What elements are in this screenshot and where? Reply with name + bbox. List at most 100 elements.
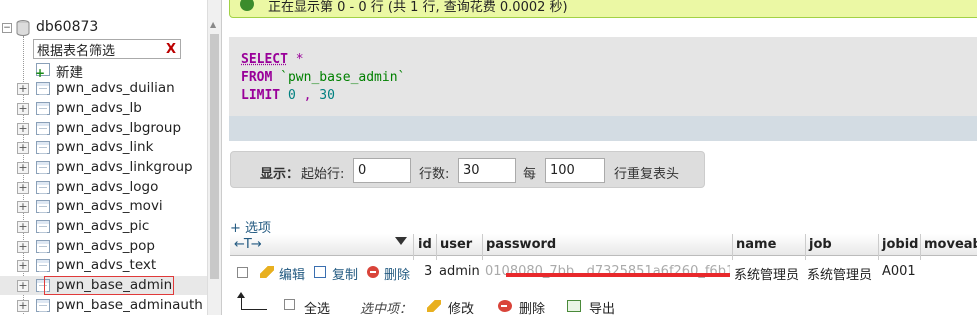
- edit-link[interactable]: 编辑: [279, 264, 305, 283]
- table-item[interactable]: + pwn_advs_link: [0, 138, 221, 157]
- success-check-icon: [240, 0, 254, 11]
- expand-icon[interactable]: +: [17, 142, 29, 154]
- cell-name[interactable]: 系统管理员: [734, 264, 799, 283]
- table-item[interactable]: + pwn_advs_duilian: [0, 79, 221, 98]
- table-name[interactable]: pwn_advs_linkgroup: [56, 159, 193, 175]
- table-name[interactable]: pwn_advs_pic: [56, 218, 149, 234]
- column-header-user[interactable]: user: [440, 237, 472, 252]
- expand-icon[interactable]: +: [17, 83, 29, 95]
- row-checkbox[interactable]: [237, 267, 248, 278]
- delete-icon[interactable]: [367, 266, 379, 278]
- expand-icon[interactable]: +: [17, 182, 29, 194]
- table-icon: [36, 181, 50, 194]
- table-item[interactable]: + pwn_advs_lbgroup: [0, 119, 221, 138]
- table-name[interactable]: pwn_advs_lb: [56, 100, 142, 116]
- start-row-input[interactable]: 0: [353, 158, 411, 183]
- sql-keyword-select[interactable]: SELECT: [241, 52, 288, 67]
- table-filter[interactable]: 根据表名筛选 X: [33, 39, 181, 59]
- table-item[interactable]: + pwn_advs_text: [0, 256, 221, 275]
- bulk-actions-bar: 全选 选中项： 修改 删除 导出: [230, 290, 977, 315]
- expand-icon[interactable]: +: [17, 221, 29, 233]
- rows-input[interactable]: 30: [458, 158, 516, 183]
- sort-dropdown-icon[interactable]: [395, 237, 407, 245]
- export-icon[interactable]: [567, 300, 581, 312]
- sql-table-name: `pwn_base_admin`: [280, 70, 406, 85]
- table-name[interactable]: pwn_advs_duilian: [56, 80, 175, 96]
- cell-user[interactable]: admin: [439, 264, 480, 279]
- success-message-text: 正在显示第 0 - 0 行 (共 1 行, 查询花费 0.0002 秒): [268, 0, 568, 15]
- bulk-delete-button[interactable]: 删除: [519, 298, 545, 315]
- clear-filter-icon[interactable]: X: [162, 42, 180, 57]
- table-name[interactable]: pwn_base_adminauth: [56, 297, 203, 313]
- table-name[interactable]: pwn_advs_logo: [56, 179, 158, 195]
- sql-star: *: [295, 52, 304, 67]
- collapse-toggle-icon[interactable]: −: [2, 23, 12, 33]
- new-table-icon: [35, 63, 50, 80]
- bulk-delete-icon[interactable]: [498, 300, 512, 312]
- rows-label: 行数:: [419, 167, 450, 182]
- repeat-header-input[interactable]: 100: [545, 158, 605, 183]
- expand-icon[interactable]: +: [17, 123, 29, 135]
- cell-jobid[interactable]: A001: [882, 264, 916, 279]
- navigation-scrollbar[interactable]: ▲: [207, 0, 221, 315]
- bulk-edit-icon[interactable]: [427, 300, 441, 312]
- expand-icon[interactable]: +: [17, 162, 29, 174]
- table-icon: [36, 122, 50, 135]
- table-name[interactable]: pwn_advs_text: [56, 257, 156, 273]
- success-message: 正在显示第 0 - 0 行 (共 1 行, 查询花费 0.0002 秒): [229, 0, 977, 18]
- table-name[interactable]: pwn_advs_link: [56, 139, 153, 155]
- expand-icon[interactable]: +: [17, 103, 29, 115]
- select-all-label[interactable]: 全选: [304, 298, 330, 315]
- repeat-header-label: 行重复表头: [614, 167, 680, 182]
- main-panel: 正在显示第 0 - 0 行 (共 1 行, 查询花费 0.0002 秒) SEL…: [223, 0, 977, 315]
- select-all-checkbox[interactable]: [284, 299, 295, 310]
- delete-link[interactable]: 删除: [384, 264, 410, 283]
- sql-keyword-limit: LIMIT: [241, 88, 281, 103]
- every-label: 每: [523, 167, 537, 182]
- scroll-up-icon[interactable]: ▲: [210, 20, 216, 29]
- expand-icon[interactable]: +: [17, 280, 29, 292]
- bulk-edit-button[interactable]: 修改: [448, 298, 474, 315]
- copy-link[interactable]: 复制: [332, 264, 358, 283]
- table-item-selected[interactable]: + pwn_base_admin: [0, 276, 221, 295]
- column-header-moveable[interactable]: moveable: [924, 237, 977, 252]
- table-row: 编辑 复制 删除 3 admin 0108080_7bb...d7325851a…: [230, 260, 977, 286]
- expand-icon[interactable]: +: [17, 260, 29, 272]
- cell-id[interactable]: 3: [424, 264, 432, 279]
- column-header-password[interactable]: password: [486, 237, 556, 252]
- edit-icon[interactable]: [260, 266, 274, 278]
- table-item[interactable]: + pwn_advs_pic: [0, 217, 221, 236]
- table-icon: [36, 161, 50, 174]
- start-row-label: 起始行:: [301, 167, 345, 182]
- expand-icon[interactable]: +: [17, 241, 29, 253]
- table-name[interactable]: pwn_advs_pop: [56, 238, 155, 254]
- table-item[interactable]: + pwn_advs_pop: [0, 237, 221, 256]
- new-table-label[interactable]: 新建: [56, 61, 83, 81]
- table-item[interactable]: + pwn_advs_movi: [0, 197, 221, 216]
- sql-keyword-from: FROM: [241, 70, 273, 85]
- table-icon: [36, 240, 50, 253]
- copy-icon[interactable]: [314, 266, 326, 278]
- sql-code: SELECT * FROM `pwn_base_admin` LIMIT 0 ,…: [241, 51, 405, 105]
- expand-icon[interactable]: +: [17, 201, 29, 213]
- column-header-job[interactable]: job: [809, 237, 832, 252]
- bulk-export-button[interactable]: 导出: [589, 298, 615, 315]
- table-item[interactable]: + pwn_advs_lb: [0, 99, 221, 118]
- cell-job[interactable]: 系统管理员: [807, 264, 872, 283]
- table-item[interactable]: + pwn_advs_logo: [0, 178, 221, 197]
- scrollbar-thumb[interactable]: [210, 34, 219, 279]
- column-header-id[interactable]: id: [418, 237, 432, 252]
- database-name[interactable]: db60873: [36, 19, 98, 35]
- table-name[interactable]: pwn_advs_lbgroup: [56, 120, 181, 136]
- column-header-name[interactable]: name: [736, 237, 776, 252]
- column-header-jobid[interactable]: jobid: [882, 237, 918, 252]
- new-table-item[interactable]: 新建: [0, 60, 221, 81]
- selected-items-label: 选中项：: [360, 302, 413, 315]
- table-item[interactable]: + pwn_advs_linkgroup: [0, 158, 221, 177]
- table-name[interactable]: pwn_base_admin: [56, 277, 172, 293]
- table-name[interactable]: pwn_advs_movi: [56, 198, 163, 214]
- table-filter-input[interactable]: 根据表名筛选: [34, 40, 162, 59]
- expand-icon[interactable]: +: [17, 300, 29, 312]
- column-arrows-icon[interactable]: ←T→: [234, 237, 262, 252]
- table-item[interactable]: + pwn_base_adminauth: [0, 296, 221, 315]
